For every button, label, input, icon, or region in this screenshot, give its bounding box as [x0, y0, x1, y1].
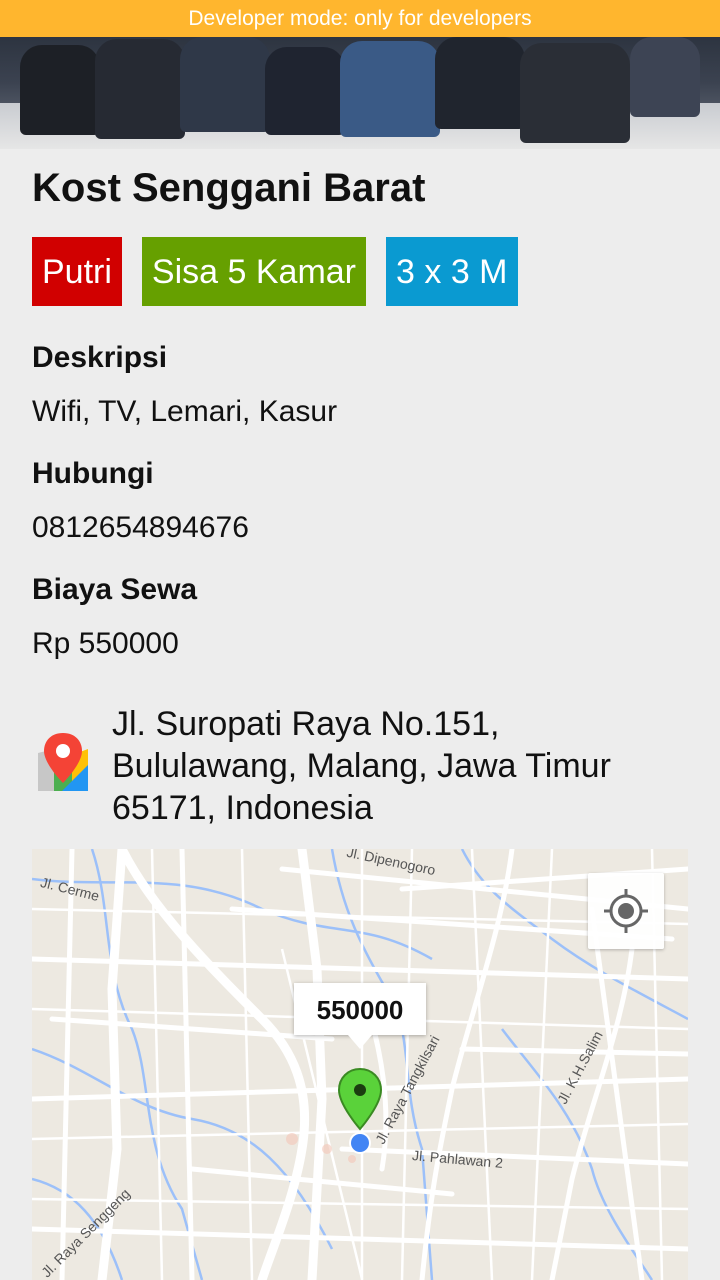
marker-info-window[interactable]: 550000: [294, 983, 426, 1035]
address-row[interactable]: Jl. Suropati Raya No.151, Bululawang, Ma…: [32, 703, 692, 829]
info-window-tail: [348, 1035, 372, 1049]
price-value: Rp 550000: [32, 627, 179, 660]
developer-mode-banner: Developer mode: only for developers: [0, 0, 720, 37]
rooms-left-tag: Sisa 5 Kamar: [141, 237, 367, 306]
maps-icon: [38, 733, 88, 791]
crosshair-icon: [604, 889, 648, 933]
kost-title: Kost Senggani Barat: [32, 166, 426, 210]
address-text: Jl. Suropati Raya No.151, Bululawang, Ma…: [112, 705, 611, 827]
my-location-button[interactable]: [588, 873, 664, 949]
tag-row: Putri Sisa 5 Kamar 3 x 3 M: [32, 237, 518, 306]
price-label: Biaya Sewa: [32, 573, 198, 606]
contact-phone[interactable]: 0812654894676: [32, 511, 249, 545]
description-label: Deskripsi: [32, 341, 168, 374]
contact-label: Hubungi: [32, 457, 154, 490]
map-view[interactable]: Jl. Dipenogoro Jl. Cerme Jl. Raya Tangki…: [32, 849, 688, 1280]
room-size-tag: 3 x 3 M: [386, 237, 518, 306]
description-value: Wifi, TV, Lemari, Kasur: [32, 395, 338, 428]
gender-tag: Putri: [32, 237, 122, 306]
kost-photo: [0, 37, 720, 149]
location-pin-icon[interactable]: [336, 1067, 384, 1133]
my-location-dot-icon: [349, 1132, 371, 1154]
